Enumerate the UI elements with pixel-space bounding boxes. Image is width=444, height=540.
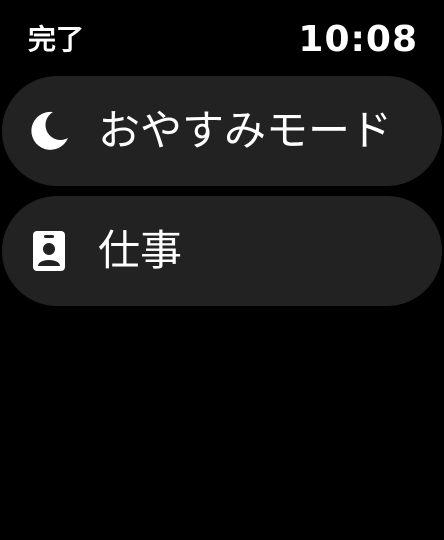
moon-icon <box>24 106 74 156</box>
focus-item-label: 仕事 <box>98 226 183 275</box>
focus-item-label: おやすみモード <box>98 106 393 155</box>
focus-item-work[interactable]: 仕事 <box>2 196 442 306</box>
clock: 10:08 <box>298 19 418 60</box>
status-bar: 完了 10:08 <box>0 0 444 70</box>
done-button[interactable]: 完了 <box>28 22 84 58</box>
focus-item-sleep[interactable]: おやすみモード <box>2 76 442 186</box>
id-badge-icon <box>24 226 74 276</box>
